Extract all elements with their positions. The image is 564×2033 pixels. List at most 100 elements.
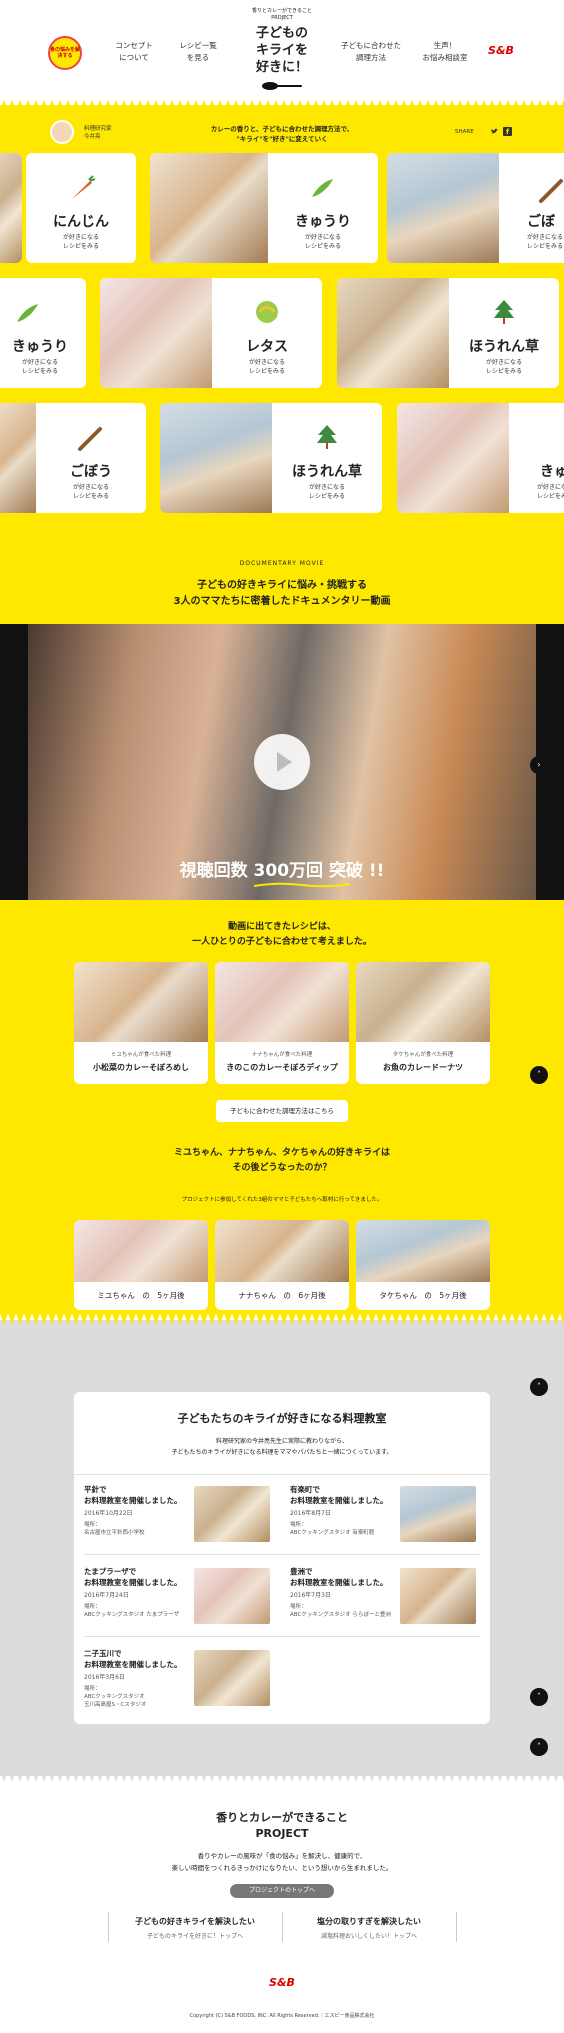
- brand-subtitle: 香りとカレーができること PROJECT: [252, 8, 312, 21]
- recipe-card[interactable]: ミユちゃんが食べた料理 小松菜のカレーそぼろめし: [74, 962, 208, 1084]
- recipe-card[interactable]: タケちゃんが食べた料理 お魚のカレードーナツ: [356, 962, 490, 1084]
- twitter-icon[interactable]: [490, 127, 499, 136]
- veg-sub: が好きになるレシピをみる: [26, 233, 136, 251]
- nav-consultation-label-1: 生声！: [433, 41, 457, 50]
- sb-logo[interactable]: S&B: [488, 40, 514, 62]
- veg-sub-line-2: レシピをみる: [304, 243, 341, 250]
- project-link-salt[interactable]: 塩分の取りすぎを解決したい 減塩料理おいしくしたい！トップへ: [284, 1916, 454, 1940]
- scroll-arrow-icon[interactable]: ˄: [530, 1378, 548, 1396]
- tagline-line-1: カレーの香りと、子どもに合わせた調理方法で、: [210, 125, 354, 133]
- divider: [84, 1554, 480, 1555]
- scroll-arrow-icon[interactable]: ˄: [530, 1738, 548, 1756]
- veg-name: きゅうり: [295, 214, 351, 230]
- veg-name: ほうれん草: [292, 464, 362, 480]
- recipe-card-name: きのこのカレーそぼろディップ: [226, 1063, 338, 1072]
- nav-consultation-label-2: お悩み相談室: [422, 53, 468, 62]
- class-item[interactable]: 平針で お料理教室を開催しました。 2016年10月22日 場所： 名古屋市立平針西…: [84, 1484, 284, 1542]
- veg-card-burdock-partial[interactable]: ごぼ が好きになる レシピをみる: [387, 153, 564, 263]
- documentary-title-line-2: 3人のママたちに密着したドキュメンタリー動画: [173, 596, 391, 607]
- facebook-icon[interactable]: f: [503, 127, 512, 136]
- veg-name: ほうれん草: [469, 339, 539, 355]
- zigzag-divider: [0, 1313, 564, 1325]
- nav-concept[interactable]: コンセプト について: [104, 40, 164, 64]
- child-photo: [387, 153, 499, 263]
- lettuce-icon: [256, 301, 278, 323]
- spinach-icon: [317, 425, 337, 449]
- documentary-eyebrow: DOCUMENTARY MOVIE: [239, 560, 325, 567]
- recipe-card[interactable]: ナナちゃんが食べた料理 きのこのカレーそぼろディップ: [215, 962, 349, 1084]
- cooking-class-desc-line-1: 料理研究家の今井亮先生に実際に教わりながら、: [215, 1438, 348, 1445]
- veg-card-spinach-2[interactable]: ほうれん草 が好きになる レシピをみる: [160, 403, 382, 513]
- veg-name: レタス: [246, 339, 288, 355]
- footer-sb-logo[interactable]: S&B: [268, 1976, 296, 1989]
- veg-card-burdock[interactable]: ごぼう が好きになる レシピをみる: [0, 403, 146, 513]
- chef-name-text: 今井亮: [84, 134, 101, 140]
- veg-card-carrot[interactable]: にんじん が好きになる レシピをみる: [26, 153, 136, 263]
- divider: [456, 1912, 457, 1942]
- after-card[interactable]: タケちゃん の 5ヶ月後: [356, 1220, 490, 1310]
- scroll-arrow-icon[interactable]: ˄: [530, 1688, 548, 1706]
- after-card-label: ナナちゃん の 6ヶ月後: [238, 1291, 326, 1300]
- recipe-photo: [356, 962, 490, 1042]
- child-photo: [0, 153, 22, 263]
- veg-card-spinach[interactable]: ほうれん草 が好きになる レシピをみる: [337, 278, 559, 388]
- class-item[interactable]: 二子玉川で お料理教室を開催しました。 2016年3月6日 場所： ABCクッキング…: [84, 1648, 284, 1709]
- child-photo: [0, 403, 36, 513]
- after-card[interactable]: ミユちゃん の 5ヶ月後: [74, 1220, 208, 1310]
- class-photo: [194, 1486, 270, 1542]
- brand-title[interactable]: 子どもの キライを 好きに！: [237, 25, 327, 76]
- cooking-method-button[interactable]: 子どもに合わせた調理方法はこちら: [216, 1100, 348, 1122]
- nav-cooking-method[interactable]: 子どもに合わせた 調理方法: [336, 40, 406, 64]
- veg-sub-line-1: が好きになる: [62, 234, 99, 241]
- nav-concept-label-1: コンセプト: [115, 41, 153, 50]
- recipes-title-line-2: 一人ひとりの子どもに合わせて考えました。: [192, 937, 372, 947]
- after-title: ミユちゃん、ナナちゃん、タケちゃんの好きキライは その後どうなったのか？: [0, 1146, 564, 1176]
- play-icon[interactable]: [254, 734, 310, 790]
- child-photo: [397, 403, 509, 513]
- project-link-title: 塩分の取りすぎを解決したい: [317, 1917, 421, 1926]
- recipe-card-sub: タケちゃんが食べた料理: [392, 1052, 454, 1058]
- brand-title-line-1: 子どもの: [255, 26, 308, 41]
- child-photo: [337, 278, 449, 388]
- veg-card-cucumber-partial[interactable]: きゅうり が好きになる レシピをみる: [0, 278, 86, 388]
- footer-copyright: Copyright (C) S&B FOODS, INC. All Rights…: [189, 2013, 375, 2019]
- burdock-icon: [539, 179, 563, 203]
- veg-card-cucumber-partial-right[interactable]: きゅ が好きになるレシピをみる: [397, 403, 564, 513]
- cooking-class-desc: 料理研究家の今井亮先生に実際に教わりながら、 子どもたちのキライが好きになる料理…: [74, 1436, 490, 1458]
- recipe-photo: [74, 962, 208, 1042]
- nav-cooking-method-label-2: 調理方法: [356, 53, 386, 62]
- veg-sub-line-1: が好きになる: [248, 359, 285, 366]
- veg-sub-line-1: が好きになる: [72, 484, 109, 491]
- video-player[interactable]: 視聴回数 300万回 突破 !! ›: [0, 624, 564, 900]
- recipes-title-line-1: 動画に出てきたレシピは、: [228, 922, 336, 932]
- logo-badge[interactable]: 食の悩みを解決する: [48, 36, 82, 70]
- share-label: SHARE: [455, 129, 474, 135]
- nav-recipes-label-1: レシピ一覧: [179, 41, 217, 50]
- class-item[interactable]: 豊洲で お料理教室を開催しました。 2016年7月3日 場所： ABCクッキングスタ…: [290, 1566, 490, 1624]
- veg-sub-line-1: が好きになる: [308, 484, 345, 491]
- nav-consultation[interactable]: 生声！ お悩み相談室: [412, 40, 478, 64]
- project-top-button[interactable]: プロジェクトのトップへ: [230, 1884, 334, 1898]
- carrot-icon: [72, 175, 96, 199]
- veg-card-cucumber[interactable]: きゅうり が好きになる レシピをみる: [150, 153, 378, 263]
- class-item[interactable]: たまプラーザで お料理教室を開催しました。 2016年7月24日 場所： ABCクッ…: [84, 1566, 284, 1624]
- veg-sub-line-2: レシピをみる: [248, 368, 285, 375]
- child-photo: [160, 403, 272, 513]
- veg-card-lettuce[interactable]: レタス が好きになる レシピをみる: [100, 278, 322, 388]
- documentary-title: 子どもの好きキライに悩み・挑戦する 3人のママたちに密着したドキュメンタリー動画: [0, 578, 564, 610]
- views-counter: 視聴回数 300万回 突破 !!: [179, 861, 385, 881]
- veg-card-partial-left[interactable]: [0, 153, 22, 263]
- veg-sub: が好きになるレシピをみる: [268, 233, 378, 251]
- project-link-kids[interactable]: 子どもの好きキライを解決したい 子どものキライを好きに！トップへ: [110, 1916, 280, 1940]
- veg-sub-line-2: レシピをみる: [72, 493, 109, 500]
- veg-sub: が好きになるレシピをみる: [272, 483, 382, 501]
- after-card[interactable]: ナナちゃん の 6ヶ月後: [215, 1220, 349, 1310]
- scroll-arrow-icon[interactable]: ˄: [530, 1066, 548, 1084]
- class-item[interactable]: 有楽町で お料理教室を開催しました。 2016年8月7日 場所： ABCクッキングス…: [290, 1484, 490, 1542]
- scroll-arrow-icon[interactable]: ›: [530, 756, 548, 774]
- veg-sub-line-2: レシピをみる: [21, 368, 58, 375]
- nav-recipes[interactable]: レシピ一覧 を見る: [168, 40, 228, 64]
- veg-sub-line-1: が好きになる: [537, 484, 564, 491]
- recipe-card-sub: ナナちゃんが食べた料理: [251, 1052, 313, 1058]
- cucumber-icon: [312, 179, 333, 197]
